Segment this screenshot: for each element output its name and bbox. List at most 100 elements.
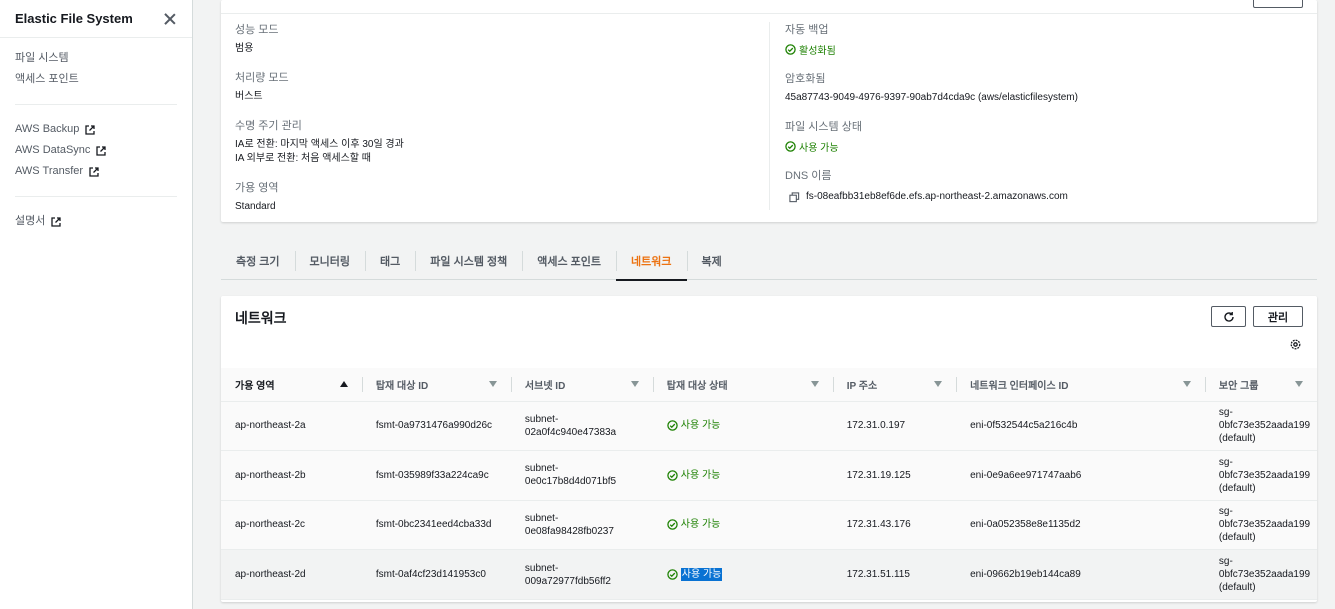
sidebar-item-aws-datasync[interactable]: AWS DataSync bbox=[15, 140, 177, 161]
table-row: ap-northeast-2b fsmt-035989f33a224ca9c s… bbox=[221, 450, 1317, 501]
cell-ip-address: 172.31.43.176 bbox=[832, 500, 957, 551]
nav-divider bbox=[15, 104, 177, 105]
dns-name-field: DNS 이름 fs-08eafbb31eb8ef6de.efs.ap-north… bbox=[785, 170, 1305, 204]
cell-mount-target-id: fsmt-035989f33a224ca9c bbox=[361, 450, 511, 501]
cell-az: ap-northeast-2a bbox=[221, 401, 362, 452]
sidebar-item-access-points[interactable]: 액세스 포인트 bbox=[15, 69, 177, 90]
field-label: 가용 영역 bbox=[235, 182, 279, 194]
tab-metered-size[interactable]: 측정 크기 bbox=[221, 242, 295, 280]
cell-mount-target-id: fsmt-0a9731476a990d26c bbox=[361, 401, 511, 452]
cell-ip-address: 172.31.19.125 bbox=[832, 450, 957, 501]
column-header-network-interface-id[interactable]: 네트워크 인터페이스 ID bbox=[956, 368, 1205, 402]
sidebar-item-aws-backup[interactable]: AWS Backup bbox=[15, 119, 177, 140]
sg-line: 0bfc73e352aada199 bbox=[1218, 469, 1311, 481]
status-text-selected: 사용 가능 bbox=[680, 568, 723, 582]
close-icon[interactable] bbox=[163, 12, 177, 26]
refresh-icon bbox=[1223, 311, 1234, 322]
sort-icon bbox=[934, 381, 943, 388]
column-header-security-groups[interactable]: 보안 그룹 bbox=[1204, 368, 1317, 402]
status-badge: 사용 가능 bbox=[785, 139, 1305, 154]
sidebar-item-label: 설명서 bbox=[15, 215, 46, 227]
column-header-label: 가용 영역 bbox=[235, 380, 275, 392]
encryption-field: 암호화됨 45a87743-9049-4976-9397-90ab7d4cda9… bbox=[785, 73, 1305, 105]
edit-button[interactable] bbox=[1253, 0, 1303, 8]
sg-line: (default) bbox=[1218, 433, 1256, 445]
subnet-line: subnet- bbox=[524, 512, 559, 524]
table-row: ap-northeast-2c fsmt-0bc2341eed4cba33d s… bbox=[221, 500, 1317, 551]
tab-tags[interactable]: 태그 bbox=[365, 242, 415, 280]
details-left-column: 성능 모드 범용 처리량 모드 버스트 수명 주기 관리 IA로 전환: 마지막… bbox=[235, 24, 755, 230]
column-divider bbox=[769, 22, 770, 210]
cell-ip-address: 172.31.51.115 bbox=[832, 549, 957, 600]
sidebar-item-documentation[interactable]: 설명서 bbox=[15, 211, 177, 232]
tab-replication[interactable]: 복제 bbox=[686, 242, 737, 280]
sidebar-item-file-systems[interactable]: 파일 시스템 bbox=[15, 48, 177, 69]
subnet-line: subnet- bbox=[524, 562, 559, 574]
sg-line: (default) bbox=[1218, 532, 1256, 544]
nav-primary: 파일 시스템 액세스 포인트 bbox=[0, 38, 192, 90]
sidebar-header: Elastic File System bbox=[0, 0, 192, 38]
status-badge: 사용 가능 bbox=[667, 419, 819, 432]
cell-subnet-id: subnet- 0e08fa98428fb0237 bbox=[510, 500, 653, 551]
check-circle-icon bbox=[785, 141, 796, 152]
card-header-divider bbox=[221, 13, 1317, 14]
copy-icon[interactable] bbox=[789, 191, 800, 203]
column-header-mount-target-id[interactable]: 탑재 대상 ID bbox=[361, 368, 511, 402]
column-header-label: 탑재 대상 ID bbox=[375, 380, 429, 392]
field-value: Standard bbox=[235, 201, 276, 212]
check-circle-icon bbox=[667, 519, 678, 531]
status-text: 활성화됨 bbox=[799, 46, 836, 57]
table-row: ap-northeast-2d fsmt-0af4cf23d141953c0 s… bbox=[221, 549, 1317, 600]
field-label: 파일 시스템 상태 bbox=[785, 121, 862, 133]
sg-line: 0bfc73e352aada199 bbox=[1218, 420, 1311, 432]
nav-services: AWS Backup AWS DataSync AWS Transfer bbox=[0, 115, 192, 182]
sg-line: sg- bbox=[1218, 556, 1233, 568]
sort-icon bbox=[1295, 381, 1303, 388]
status-badge: 활성화됨 bbox=[785, 42, 1305, 57]
cell-network-interface-id: eni-0a052358e8e1135d2 bbox=[956, 500, 1205, 551]
field-label: 성능 모드 bbox=[235, 24, 279, 36]
tab-file-system-policy[interactable]: 파일 시스템 정책 bbox=[415, 242, 522, 280]
tab-label: 파일 시스템 정책 bbox=[430, 255, 508, 268]
gear-icon[interactable] bbox=[1289, 338, 1302, 351]
field-value: IA 외부로 전환: 처음 액세스할 때 bbox=[235, 153, 371, 164]
cell-security-groups: sg- 0bfc73e352aada199 (default) bbox=[1204, 549, 1317, 600]
network-card: 네트워크 관리 가용 영역 탑재 대상 ID 서브넷 ID 탑재 대상 상태 I… bbox=[221, 296, 1317, 602]
detail-tabs: 측정 크기 모니터링 태그 파일 시스템 정책 액세스 포인트 네트워크 복제 bbox=[221, 242, 1317, 281]
performance-mode-field: 성능 모드 범용 bbox=[235, 24, 755, 56]
cell-mount-target-id: fsmt-0bc2341eed4cba33d bbox=[361, 500, 511, 551]
tab-access-points[interactable]: 액세스 포인트 bbox=[522, 242, 616, 280]
throughput-mode-field: 처리량 모드 버스트 bbox=[235, 72, 755, 104]
refresh-button[interactable] bbox=[1211, 306, 1246, 327]
subnet-line: subnet- bbox=[524, 413, 559, 425]
tab-network[interactable]: 네트워크 bbox=[616, 242, 687, 281]
sidebar-item-aws-transfer[interactable]: AWS Transfer bbox=[15, 161, 177, 182]
cell-subnet-id: subnet- 02a0f4c940e47383a bbox=[510, 401, 653, 452]
tab-monitoring[interactable]: 모니터링 bbox=[294, 242, 365, 280]
external-link-icon bbox=[96, 145, 107, 156]
status-badge: 사용 가능 bbox=[667, 469, 819, 482]
sidebar-item-label: AWS Transfer bbox=[15, 165, 84, 177]
cell-subnet-id: subnet- 009a72977fdb56ff2 bbox=[510, 549, 653, 600]
manage-button[interactable]: 관리 bbox=[1253, 306, 1303, 327]
status-badge: 사용 가능 bbox=[667, 518, 819, 531]
cell-security-groups: sg- 0bfc73e352aada199 (default) bbox=[1204, 450, 1317, 501]
column-header-az[interactable]: 가용 영역 bbox=[221, 368, 362, 402]
field-label: 암호화됨 bbox=[785, 73, 826, 85]
sg-line: sg- bbox=[1218, 506, 1233, 518]
sort-icon bbox=[1182, 381, 1191, 388]
subnet-line: 02a0f4c940e47383a bbox=[524, 426, 617, 438]
column-header-label: 서브넷 ID bbox=[524, 380, 566, 392]
cell-az: ap-northeast-2d bbox=[221, 549, 362, 600]
nav-divider bbox=[15, 196, 177, 197]
column-header-ip-address[interactable]: IP 주소 bbox=[832, 368, 957, 402]
sg-line: 0bfc73e352aada199 bbox=[1218, 519, 1311, 531]
sort-icon bbox=[488, 381, 497, 388]
cell-state: 사용 가능 bbox=[652, 549, 833, 600]
details-right-column: 자동 백업 활성화됨 암호화됨 45a87743-9049-4976-9397-… bbox=[785, 24, 1305, 220]
sidebar-item-label: 액세스 포인트 bbox=[15, 73, 79, 85]
column-header-mount-target-state[interactable]: 탑재 대상 상태 bbox=[652, 368, 833, 402]
tab-label: 네트워크 bbox=[631, 255, 672, 268]
field-value: IA로 전환: 마지막 액세스 이후 30일 경과 bbox=[235, 139, 404, 150]
column-header-subnet-id[interactable]: 서브넷 ID bbox=[510, 368, 653, 402]
